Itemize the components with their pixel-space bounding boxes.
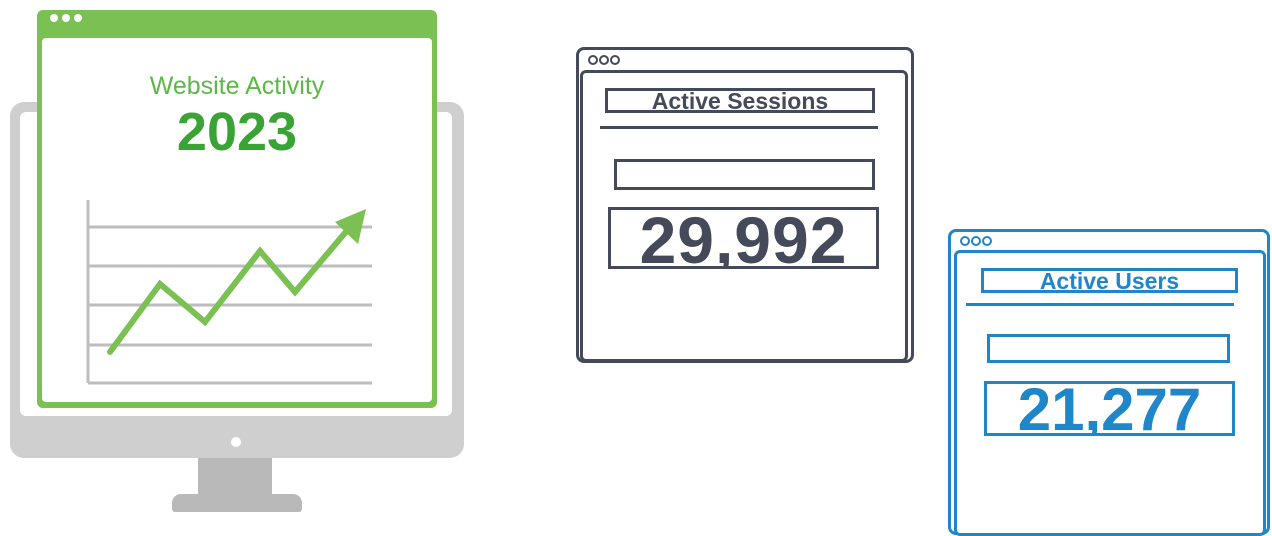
window-dots-icon <box>50 14 82 22</box>
divider <box>966 303 1234 306</box>
empty-field <box>614 159 875 190</box>
active-sessions-value: 29,992 <box>608 207 879 269</box>
website-activity-year: 2023 <box>176 102 298 162</box>
active-users-value: 21,277 <box>984 381 1235 436</box>
empty-field <box>987 334 1230 363</box>
window-dots-icon <box>960 236 992 246</box>
power-button-icon <box>231 437 241 447</box>
website-activity-title: Website Activity <box>149 72 325 100</box>
divider <box>600 126 878 129</box>
active-sessions-title: Active Sessions <box>605 88 875 113</box>
active-users-title: Active Users <box>981 268 1238 293</box>
monitor-stand-neck <box>198 458 272 496</box>
trend-up-arrow-icon <box>107 224 353 355</box>
window-dots-icon <box>588 55 620 65</box>
monitor-stand-base <box>172 494 302 512</box>
trend-chart-icon <box>86 200 372 385</box>
